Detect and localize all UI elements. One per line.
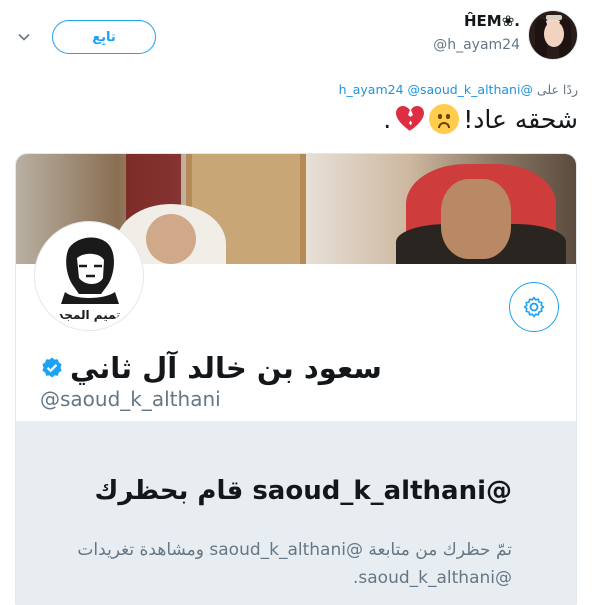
tweet-text: شحقه عاد! .: [383, 104, 578, 134]
profile-settings-button[interactable]: [509, 282, 559, 332]
verified-badge-icon: [42, 357, 62, 378]
blocked-title: @saoud_k_althani قام بحظرك: [94, 476, 512, 506]
tweet-text-body: شحقه عاد!: [463, 104, 578, 134]
gear-icon: [523, 296, 545, 318]
user-avatar[interactable]: [528, 10, 578, 60]
broken-heart-emoji: [396, 106, 425, 131]
blocked-description: تمّ حظرك من متابعة @saoud_k_althani ومشا…: [77, 540, 512, 588]
chevron-down-icon[interactable]: [17, 30, 31, 44]
profile-handle[interactable]: @saoud_k_althani: [40, 387, 221, 411]
display-name[interactable]: ĤEM❀.: [464, 12, 520, 30]
user-handle[interactable]: @h_ayam24: [433, 37, 520, 53]
profile-name[interactable]: سعود بن خالد آل ثاني: [40, 351, 382, 385]
blocked-notice: @saoud_k_althani قام بحظرك تمّ حظرك من م…: [16, 421, 576, 605]
follow-button[interactable]: تابِع: [52, 20, 156, 54]
reply-context: ردًا على @h_ayam24 @saoud_k_althani: [339, 82, 578, 97]
tweet-text-end: .: [383, 104, 392, 134]
profile-name-text: سعود بن خالد آل ثاني: [70, 351, 382, 385]
reply-mentions[interactable]: @h_ayam24 @saoud_k_althani: [339, 82, 533, 97]
tweet: ĤEM❀. @h_ayam24 تابِع ردًا على @h_ayam24…: [0, 0, 592, 605]
sad-face-emoji: [429, 104, 460, 134]
profile-avatar[interactable]: تميم المجد: [35, 222, 143, 330]
avatar-caption: تميم المجد: [57, 308, 120, 322]
profile-card[interactable]: تميم المجد سعود بن خالد آل ثاني @saoud_k…: [15, 153, 577, 605]
reply-prefix: ردًا على: [536, 82, 578, 97]
